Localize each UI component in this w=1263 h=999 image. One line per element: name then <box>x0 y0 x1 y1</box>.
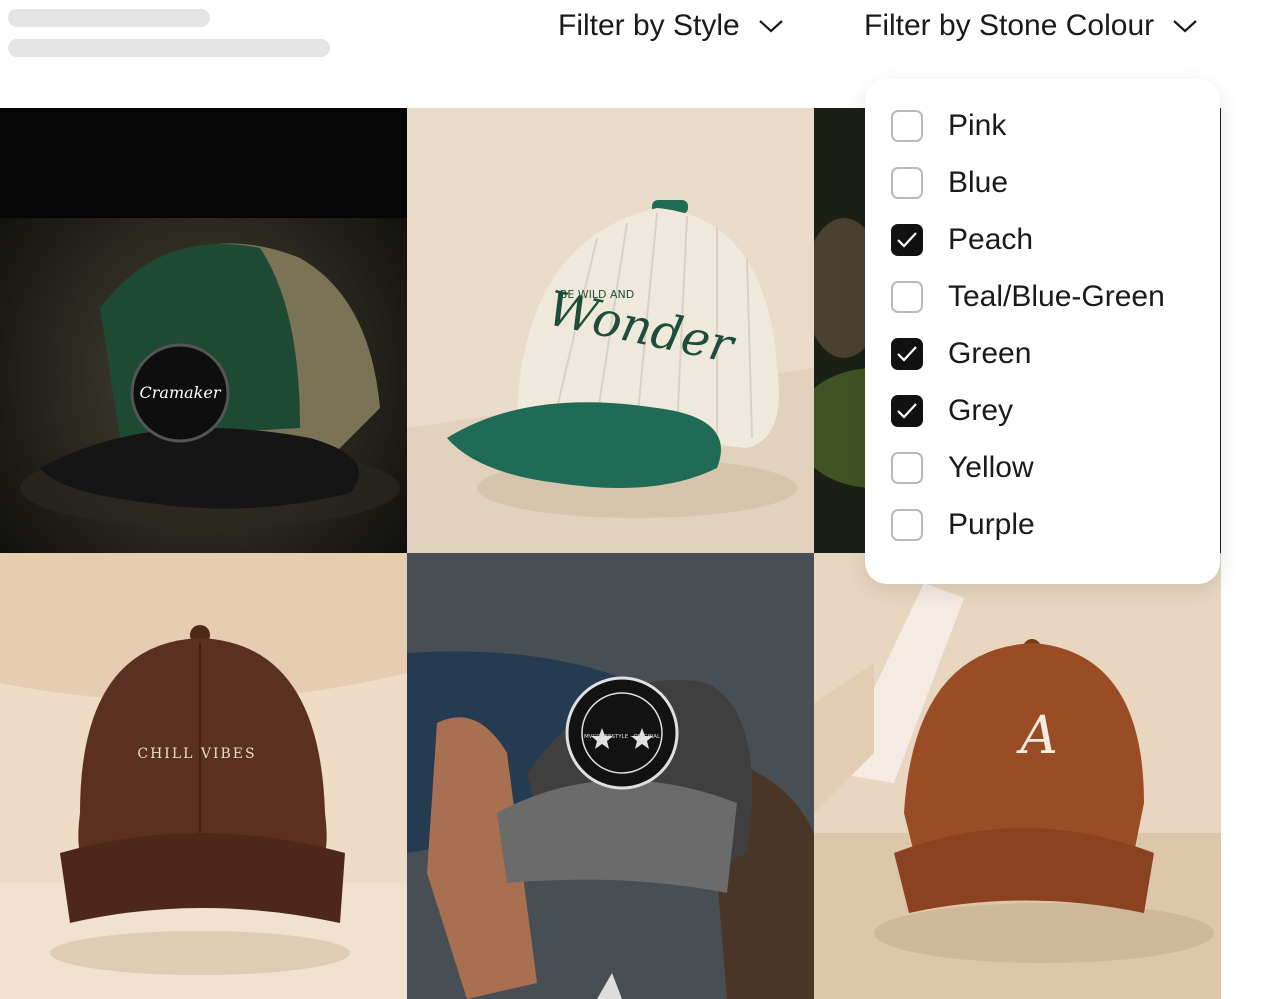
brown-chill-vibes-cap-image: CHILL VIBES <box>0 553 407 999</box>
colour-option-grey[interactable]: Grey <box>891 391 1013 431</box>
cap-patch-text: Cramaker <box>140 383 222 402</box>
colour-option-yellow[interactable]: Yellow <box>891 448 1034 488</box>
filter-by-style-button[interactable]: Filter by Style <box>558 6 784 46</box>
green-trucker-cap-image: Cramaker <box>0 108 407 553</box>
colour-option-label: Pink <box>948 109 1007 142</box>
product-tile-brown-chill-vibes-cap[interactable]: CHILL VIBES <box>0 553 407 999</box>
colour-option-teal-blue-green[interactable]: Teal/Blue-Green <box>891 277 1165 317</box>
colour-option-label: Teal/Blue-Green <box>948 280 1165 313</box>
grey-checkbox[interactable] <box>891 395 923 427</box>
colour-option-label: Purple <box>948 508 1035 541</box>
colour-option-label: Grey <box>948 394 1014 427</box>
colour-option-label: Yellow <box>948 451 1034 484</box>
blue-checkbox[interactable] <box>891 167 923 199</box>
colour-option-peach[interactable]: Peach <box>891 220 1033 260</box>
cap-embroidery: CHILL VIBES <box>137 746 256 762</box>
colour-option-label: Blue <box>948 166 1009 199</box>
pink-checkbox[interactable] <box>891 110 923 142</box>
colour-option-blue[interactable]: Blue <box>891 163 1008 203</box>
colour-option-label: Peach <box>948 223 1034 256</box>
product-tile-brown-a-cap[interactable]: A <box>814 553 1221 999</box>
filter-by-stone-colour-button[interactable]: Filter by Stone Colour <box>864 6 1198 46</box>
chevron-down-icon <box>1173 20 1197 33</box>
filter-by-stone-colour-label: Filter by Stone Colour <box>864 9 1155 42</box>
checkmark-icon <box>897 346 917 362</box>
cap-embroidery: A <box>1016 706 1058 766</box>
yellow-checkbox[interactable] <box>891 452 923 484</box>
product-tile-cream-corduroy-cap[interactable]: BE WILD AND Wonder <box>407 108 814 553</box>
stone-colour-dropdown: Pink Blue Peach Teal/Blue-Green Green Gr… <box>865 79 1220 584</box>
checkmark-icon <box>897 403 917 419</box>
peach-checkbox[interactable] <box>891 224 923 256</box>
colour-option-green[interactable]: Green <box>891 334 1031 374</box>
title-placeholder <box>8 9 210 27</box>
green-checkbox[interactable] <box>891 338 923 370</box>
product-tile-green-trucker-cap[interactable]: Cramaker <box>0 108 407 553</box>
cream-corduroy-cap-image: BE WILD AND Wonder <box>407 108 814 553</box>
colour-option-purple[interactable]: Purple <box>891 505 1035 545</box>
chevron-down-icon <box>758 20 783 33</box>
grey-patch-cap-image: MVCCLIFESTYLE · ORIGINAL <box>407 553 814 999</box>
teal-blue-green-checkbox[interactable] <box>891 281 923 313</box>
filter-by-style-label: Filter by Style <box>558 9 740 42</box>
brown-a-cap-image: A <box>814 553 1221 999</box>
colour-option-pink[interactable]: Pink <box>891 106 1006 146</box>
checkmark-icon <box>897 232 917 248</box>
product-tile-grey-patch-cap[interactable]: MVCCLIFESTYLE · ORIGINAL <box>407 553 814 999</box>
purple-checkbox[interactable] <box>891 509 923 541</box>
subtitle-placeholder <box>8 39 330 57</box>
colour-option-label: Green <box>948 337 1032 370</box>
